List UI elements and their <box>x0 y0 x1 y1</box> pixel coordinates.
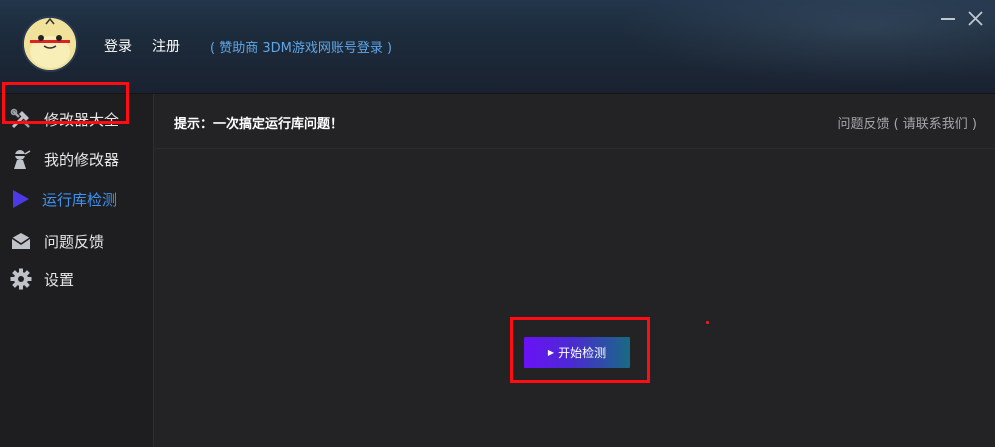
sponsor-login-link[interactable]: ( 赞助商 3DM游戏网账号登录 ) <box>210 37 392 56</box>
feedback-contact-link[interactable]: 问题反馈 ( 请联系我们 ) <box>837 113 977 132</box>
play-icon <box>10 188 32 210</box>
sidebar-item-label: 问题反馈 <box>44 233 105 251</box>
play-icon: ▶ <box>547 347 555 357</box>
sidebar-item-feedback[interactable]: 问题反馈 <box>0 222 153 260</box>
start-check-label: 开始检测 <box>558 346 607 360</box>
gear-icon <box>10 268 32 290</box>
sidebar-item-label: 运行库检测 <box>42 191 118 209</box>
sidebar-item-label: 我的修改器 <box>44 151 120 169</box>
sidebar-item-label: 设置 <box>44 271 75 289</box>
sidebar-item-label: 修改器大全 <box>44 111 120 129</box>
main-panel: 提示：一次搞定运行库问题！ 问题反馈 ( 请联系我们 ) <box>155 94 995 447</box>
tip-text: 提示：一次搞定运行库问题！ <box>174 117 344 132</box>
avatar[interactable] <box>22 16 78 72</box>
sidebar: 修改器大全 我的修改器 运行库检测 问题反馈 设置 <box>0 94 154 447</box>
sidebar-item-runtime-check[interactable]: 运行库检测 <box>0 180 153 218</box>
red-dot-marker <box>706 321 709 324</box>
sidebar-item-trainers[interactable]: 修改器大全 <box>0 100 153 138</box>
tip-bar: 提示：一次搞定运行库问题！ 问题反馈 ( 请联系我们 ) <box>155 94 995 149</box>
close-icon[interactable] <box>964 8 986 30</box>
mail-icon <box>10 230 32 252</box>
tools-icon <box>10 108 32 130</box>
ninja-icon <box>10 148 32 170</box>
title-bar: 登录 注册 ( 赞助商 3DM游戏网账号登录 ) <box>0 0 995 94</box>
register-link[interactable]: 注册 <box>152 36 180 56</box>
minimize-icon[interactable] <box>938 8 960 30</box>
sidebar-item-settings[interactable]: 设置 <box>0 260 153 298</box>
sidebar-item-my-trainers[interactable]: 我的修改器 <box>0 140 153 178</box>
start-check-button[interactable]: ▶ 开始检测 <box>524 337 630 368</box>
login-link[interactable]: 登录 <box>104 36 132 56</box>
